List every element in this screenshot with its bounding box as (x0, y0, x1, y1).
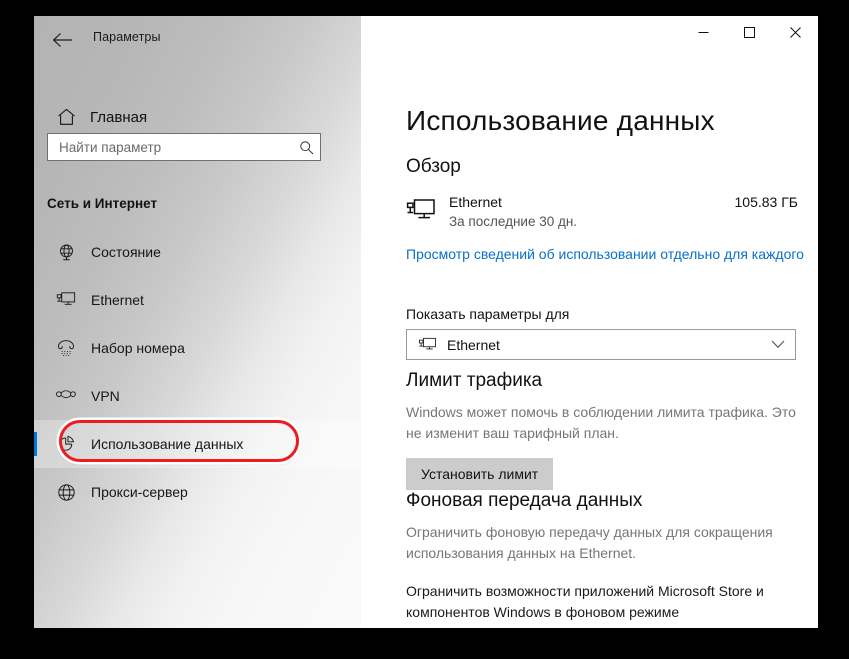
sidebar-item-home[interactable]: Главная (34, 100, 361, 134)
overview-adapter-name: Ethernet (449, 194, 502, 210)
sidebar-titlebar: Параметры (34, 16, 361, 64)
sidebar-item-status[interactable]: Состояние (34, 228, 361, 276)
sidebar-item-label: Ethernet (91, 292, 144, 308)
sidebar-item-ethernet[interactable]: Ethernet (34, 276, 361, 324)
sidebar-item-dialup[interactable]: Набор номера (34, 324, 361, 372)
sidebar-nav: Состояние Ethernet Набор номера VPN Испо… (34, 228, 361, 516)
pie-chart-icon (46, 434, 86, 454)
sidebar-item-vpn[interactable]: VPN (34, 372, 361, 420)
traffic-limit-heading: Лимит трафика (406, 370, 543, 391)
ethernet-icon (46, 291, 86, 309)
sidebar-item-label: Использование данных (91, 436, 244, 452)
page-title: Использование данных (406, 104, 715, 136)
background-data-heading: Фоновая передача данных (406, 490, 643, 511)
adapter-dropdown-value: Ethernet (447, 336, 500, 353)
sidebar-item-label: VPN (91, 388, 120, 404)
home-icon (46, 108, 86, 126)
main-content: Использование данных Обзор Ethernet За п… (361, 16, 818, 628)
settings-window: Параметры Главная Сеть и Интернет (34, 16, 818, 628)
search-input[interactable] (57, 133, 292, 161)
sidebar-item-label: Состояние (91, 244, 161, 260)
globe-proxy-icon (46, 483, 86, 502)
chevron-down-icon[interactable] (771, 340, 785, 349)
set-limit-button[interactable]: Установить лимит (406, 458, 554, 490)
sidebar: Параметры Главная Сеть и Интернет (34, 16, 361, 628)
ethernet-monitor-icon (418, 337, 437, 353)
window-controls (680, 16, 818, 48)
window-title: Параметры (93, 30, 161, 44)
traffic-limit-description: Windows может помочь в соблюдении лимита… (406, 404, 796, 441)
background-data-note: Ограничить возможности приложений Micros… (406, 583, 764, 620)
maximize-button[interactable] (726, 16, 772, 48)
globe-status-icon (46, 243, 86, 262)
sidebar-item-label: Набор номера (91, 340, 185, 356)
sidebar-item-proxy[interactable]: Прокси-сервер (34, 468, 361, 516)
usage-details-link[interactable]: Просмотр сведений об использовании отдел… (406, 246, 804, 262)
overview-row: Ethernet За последние 30 дн. 105.83 ГБ (406, 194, 798, 234)
search-box[interactable] (47, 133, 321, 161)
close-button[interactable] (772, 16, 818, 48)
sidebar-item-data-usage[interactable]: Использование данных (34, 420, 361, 468)
overview-heading: Обзор (406, 156, 461, 177)
background-data-description: Ограничить фоновую передачу данных для с… (406, 524, 773, 561)
search-icon[interactable] (292, 140, 320, 155)
dialup-phone-icon (46, 339, 86, 357)
sidebar-item-label-home: Главная (90, 108, 148, 126)
adapter-dropdown[interactable]: Ethernet (406, 329, 796, 360)
adapter-selector-label: Показать параметры для (406, 306, 570, 322)
back-arrow-icon[interactable] (46, 25, 78, 55)
ethernet-monitor-icon (406, 198, 436, 229)
minimize-button[interactable] (680, 16, 726, 48)
vpn-icon (46, 389, 86, 403)
sidebar-group-heading: Сеть и Интернет (47, 196, 158, 211)
overview-amount: 105.83 ГБ (734, 194, 798, 210)
overview-period: За последние 30 дн. (449, 214, 578, 229)
sidebar-item-label: Прокси-сервер (91, 484, 188, 500)
